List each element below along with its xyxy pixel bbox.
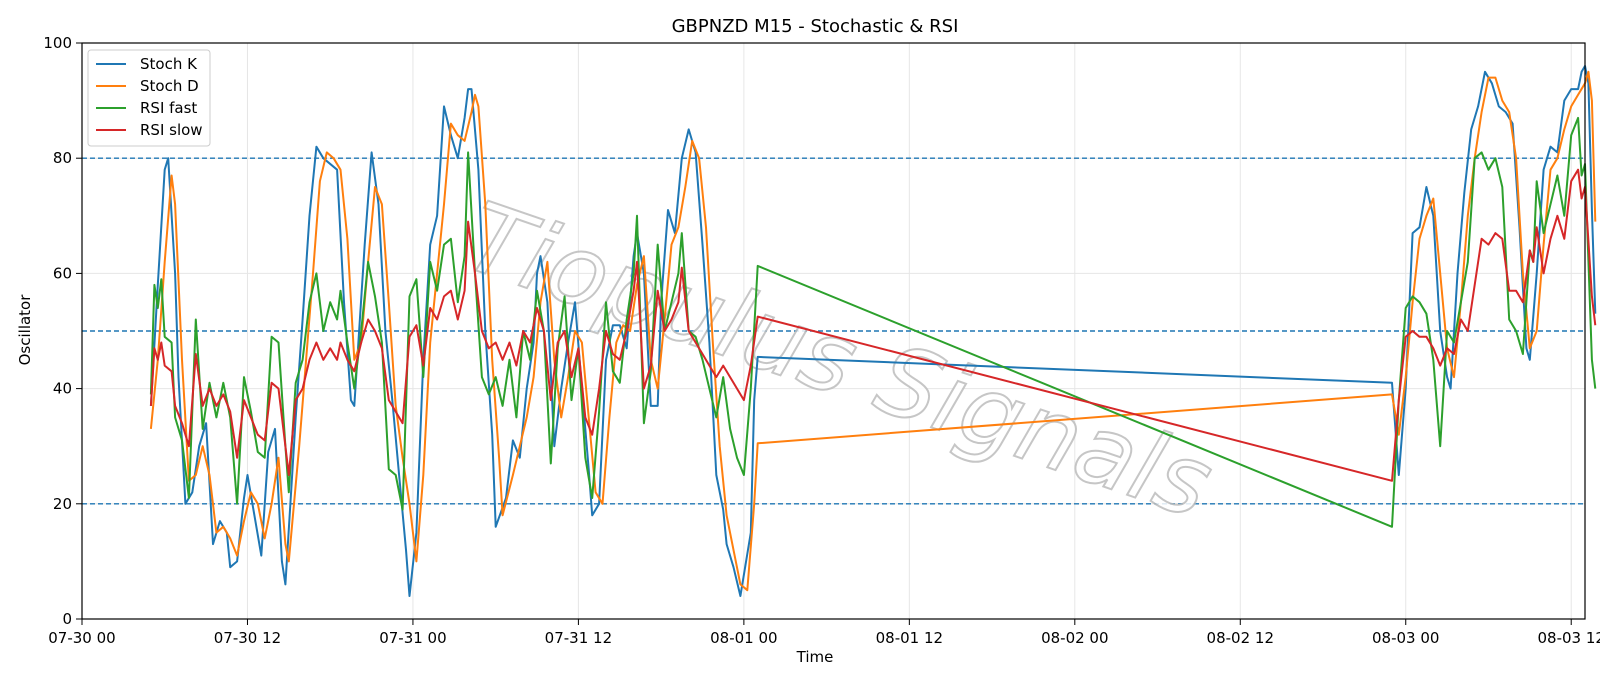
x-tick-label: 08-02 00 <box>1041 629 1108 647</box>
x-tick-label: 07-31 12 <box>545 629 612 647</box>
legend-label: Stoch K <box>140 55 198 73</box>
y-axis-title: Oscillator <box>16 294 34 366</box>
legend: Stoch K Stoch D RSI fast RSI slow <box>87 49 211 147</box>
legend-label: RSI fast <box>140 99 197 117</box>
x-axis-title: Time <box>796 648 834 666</box>
x-tick-label: 08-01 00 <box>710 629 777 647</box>
y-tick-label: 80 <box>53 149 72 167</box>
x-tick-label: 08-03 12 <box>1537 629 1600 647</box>
y-tick-label: 100 <box>43 34 72 52</box>
y-tick-label: 0 <box>62 610 72 628</box>
x-tick-label: 07-31 00 <box>379 629 446 647</box>
legend-label: RSI slow <box>140 121 203 139</box>
x-tick-label: 08-02 12 <box>1207 629 1274 647</box>
y-tick-label: 20 <box>53 495 72 513</box>
x-tick-label: 08-01 12 <box>876 629 943 647</box>
chart: GBPNZD M15 - Stochastic & RSI Time Oscil… <box>0 0 1600 686</box>
x-tick-label: 07-30 12 <box>214 629 281 647</box>
x-tick-label: 08-03 00 <box>1372 629 1439 647</box>
chart-title: GBPNZD M15 - Stochastic & RSI <box>672 16 959 37</box>
x-tick-label: 07-30 00 <box>48 629 115 647</box>
y-tick-label: 40 <box>53 380 72 398</box>
legend-label: Stoch D <box>140 77 199 95</box>
y-tick-label: 60 <box>53 264 72 282</box>
chart-canvas: GBPNZD M15 - Stochastic & RSI Time Oscil… <box>0 0 1600 686</box>
